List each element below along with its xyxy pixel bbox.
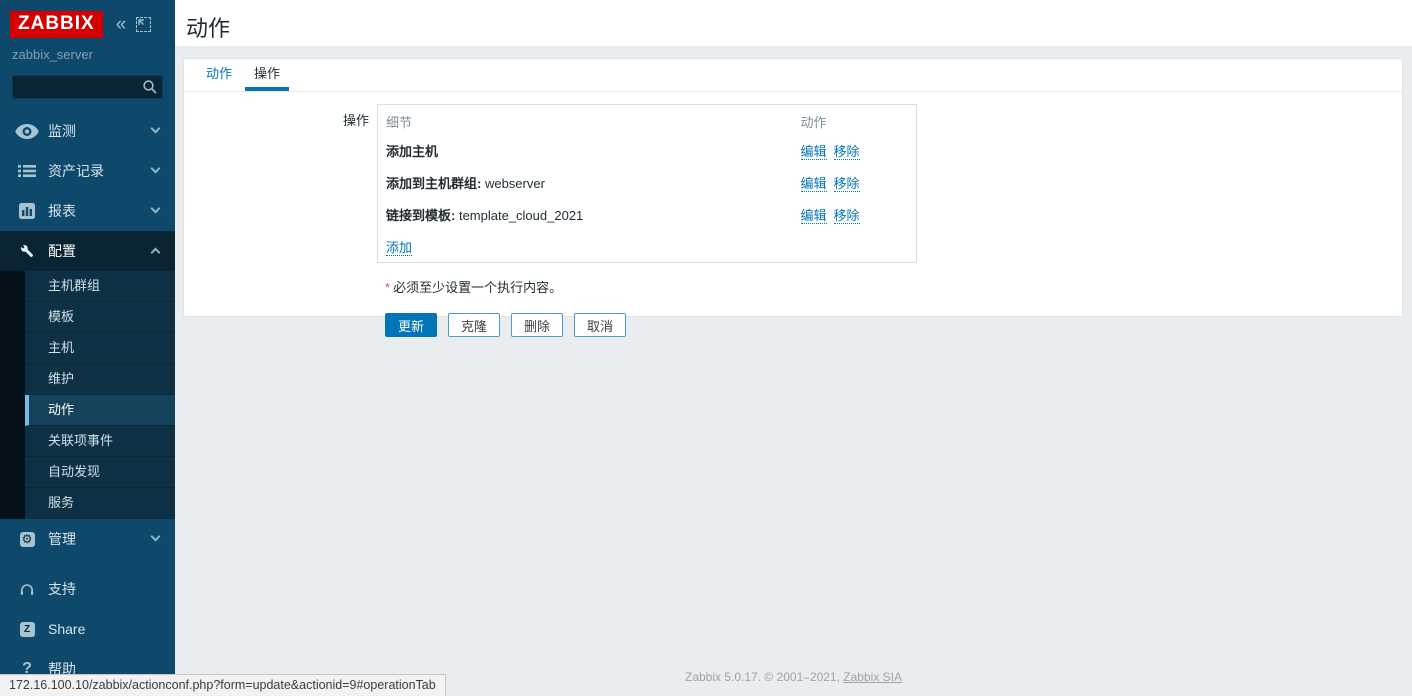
column-header-action: 动作 xyxy=(793,105,917,135)
sidebar-item-label: 管理 xyxy=(48,529,76,549)
sidebar-submenu-item[interactable]: 主机群组 xyxy=(25,271,175,302)
server-name: zabbix_server xyxy=(12,47,175,62)
delete-button[interactable]: 删除 xyxy=(511,313,563,337)
operations-table: 细节 动作 添加主机编辑移除添加到主机群组: webserver编辑移除链接到模… xyxy=(377,104,917,263)
operation-row: 添加到主机群组: webserver 编辑移除 xyxy=(378,166,917,198)
sidebar-item-inventory[interactable]: 资产记录 xyxy=(0,151,175,191)
sidebar-item-reports[interactable]: 报表 xyxy=(0,191,175,231)
tab-operations[interactable]: 操作 xyxy=(245,59,289,91)
eye-icon xyxy=(14,124,40,139)
operations-label: 操作 xyxy=(184,104,377,263)
gear-icon: ⚙ xyxy=(14,532,40,547)
required-note: *必须至少设置一个执行内容。 xyxy=(385,277,1402,296)
chevron-down-icon xyxy=(151,204,161,214)
sidebar-item-label: 资产记录 xyxy=(48,161,104,181)
main-content: 动作 动作 操作 操作 细节 动作 添加主机编辑移除添加到主机群组: webse… xyxy=(175,0,1412,696)
chevron-down-icon xyxy=(151,124,161,134)
column-header-details: 细节 xyxy=(378,105,793,135)
sidebar-menu: 监测 资产记录 报表 配置 主机群组模板主机维护动作关联项事件自动发现服务 xyxy=(0,111,175,559)
sidebar-submenu-item[interactable]: 主机 xyxy=(25,333,175,364)
required-asterisk: * xyxy=(385,280,390,295)
zabbix-sia-link[interactable]: Zabbix SIA xyxy=(843,670,902,684)
sidebar-item-configuration[interactable]: 配置 xyxy=(0,231,175,271)
sidebar-item-share[interactable]: Z Share xyxy=(0,609,175,649)
form-buttons: 更新 克隆 删除 取消 xyxy=(385,313,1402,337)
sidebar-submenu-item[interactable]: 自动发现 xyxy=(25,457,175,488)
sidebar-submenu: 主机群组模板主机维护动作关联项事件自动发现服务 xyxy=(0,271,175,519)
sidebar-item-label: Share xyxy=(48,621,85,637)
chevron-down-icon xyxy=(151,532,161,542)
update-button[interactable]: 更新 xyxy=(385,313,437,337)
sidebar-bottom-menu: 支持 Z Share ? 帮助 xyxy=(0,569,175,689)
operations-form: 操作 细节 动作 添加主机编辑移除添加到主机群组: webserver编辑移除链… xyxy=(184,92,1402,337)
action-form-card: 动作 操作 操作 细节 动作 添加主机编辑移除添加到主机群组: webserve… xyxy=(183,58,1403,317)
add-operation-link[interactable]: 添加 xyxy=(386,240,412,256)
sidebar-submenu-item[interactable]: 维护 xyxy=(25,364,175,395)
remove-link[interactable]: 移除 xyxy=(834,144,860,160)
sidebar-item-label: 监测 xyxy=(48,121,76,141)
headset-icon xyxy=(14,582,40,597)
cancel-button[interactable]: 取消 xyxy=(574,313,626,337)
clone-button[interactable]: 克隆 xyxy=(448,313,500,337)
sidebar-item-administration[interactable]: ⚙ 管理 xyxy=(0,519,175,559)
page-header: 动作 xyxy=(175,0,1412,46)
edit-link[interactable]: 编辑 xyxy=(801,144,827,160)
wrench-icon xyxy=(14,243,40,260)
operation-row: 链接到模板: template_cloud_2021 编辑移除 xyxy=(378,198,917,230)
fullscreen-icon[interactable] xyxy=(136,17,151,32)
operation-detail: 添加到主机群组: webserver xyxy=(378,166,793,198)
search-input[interactable] xyxy=(12,75,163,99)
sidebar-item-label: 配置 xyxy=(48,241,76,261)
sidebar-item-label: 报表 xyxy=(48,201,76,221)
zabbix-logo[interactable]: ZABBIX xyxy=(10,11,103,38)
sidebar-submenu-item[interactable]: 服务 xyxy=(25,488,175,519)
tab-action[interactable]: 动作 xyxy=(197,59,241,91)
sidebar: ZABBIX « zabbix_server 监测 资产记录 xyxy=(0,0,175,696)
sidebar-submenu-item[interactable]: 模板 xyxy=(25,302,175,333)
browser-status-bar: 172.16.100.10/zabbix/actionconf.php?form… xyxy=(0,674,446,696)
operation-detail: 链接到模板: template_cloud_2021 xyxy=(378,198,793,230)
list-icon xyxy=(14,164,40,178)
operations-tbody: 添加主机编辑移除添加到主机群组: webserver编辑移除链接到模板: tem… xyxy=(378,134,917,230)
chart-icon xyxy=(14,203,40,219)
sidebar-item-support[interactable]: 支持 xyxy=(0,569,175,609)
sidebar-submenu-item[interactable]: 关联项事件 xyxy=(25,426,175,457)
operation-detail: 添加主机 xyxy=(378,134,793,166)
edit-link[interactable]: 编辑 xyxy=(801,176,827,192)
sidebar-submenu-item[interactable]: 动作 xyxy=(25,395,175,426)
sidebar-item-label: 支持 xyxy=(48,579,76,599)
collapse-sidebar-icon[interactable]: « xyxy=(116,17,127,33)
page-title: 动作 xyxy=(186,11,1412,43)
edit-link[interactable]: 编辑 xyxy=(801,208,827,224)
tab-bar: 动作 操作 xyxy=(184,59,1402,92)
chevron-up-icon xyxy=(151,248,161,258)
sidebar-item-monitoring[interactable]: 监测 xyxy=(0,111,175,151)
remove-link[interactable]: 移除 xyxy=(834,176,860,192)
search-icon[interactable] xyxy=(142,79,158,98)
operation-row: 添加主机编辑移除 xyxy=(378,134,917,166)
sidebar-header: ZABBIX « xyxy=(10,11,175,38)
z-square-icon: Z xyxy=(14,622,40,637)
remove-link[interactable]: 移除 xyxy=(834,208,860,224)
chevron-down-icon xyxy=(151,164,161,174)
